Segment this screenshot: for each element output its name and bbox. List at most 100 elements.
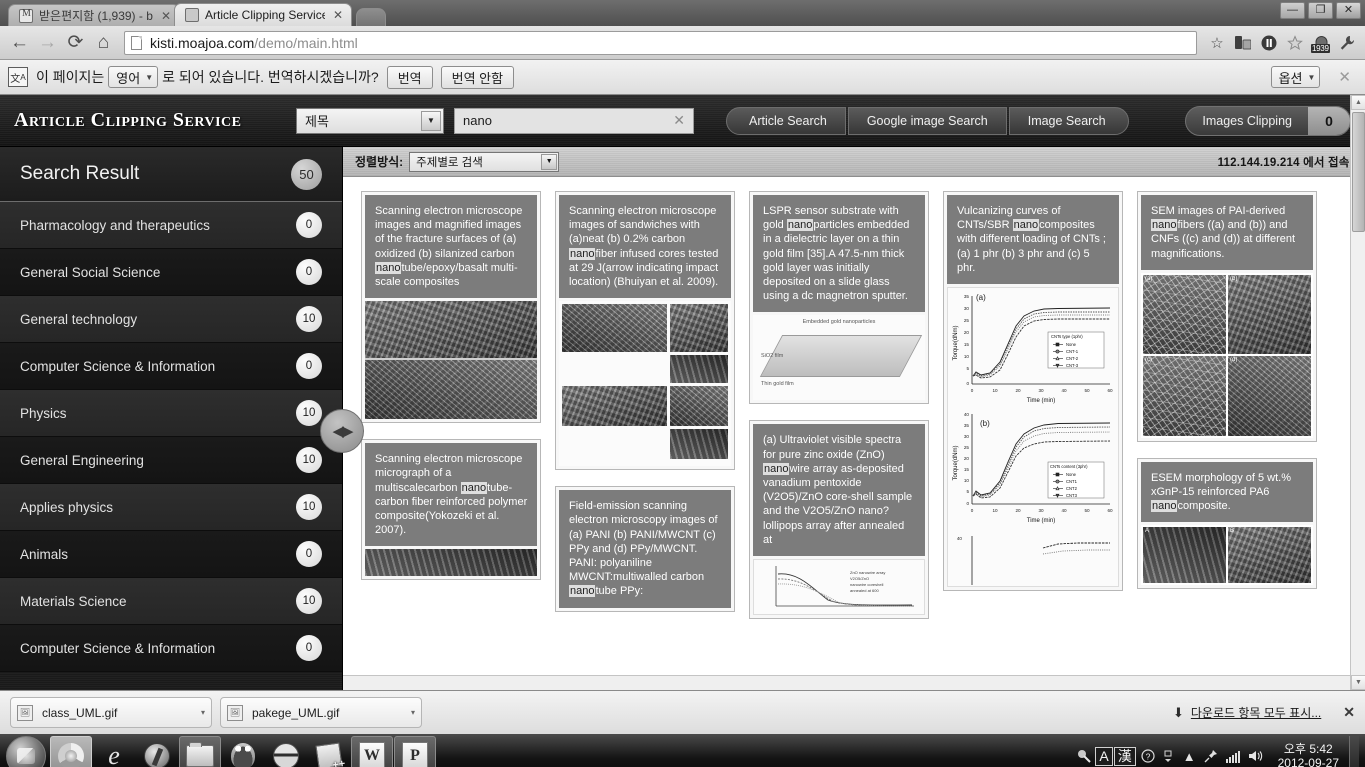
sort-select[interactable]: 주제별로 검색 ▼: [409, 151, 560, 172]
sidebar-item-pharmacology[interactable]: Pharmacology and therapeutics 0: [0, 202, 342, 249]
result-card[interactable]: SEM images of PAI-derived nanofibers ((a…: [1137, 191, 1317, 442]
minimize-button[interactable]: —: [1280, 2, 1305, 19]
taskbar-app-chrome[interactable]: [50, 736, 92, 767]
taskbar-app-file-explorer[interactable]: [179, 736, 221, 767]
result-card[interactable]: (a) Ultraviolet visible spectra for pure…: [749, 420, 929, 620]
google-image-search-button[interactable]: Google image Search: [847, 106, 1007, 135]
taskbar-app-disc[interactable]: [265, 736, 307, 767]
wrench-menu-icon[interactable]: [1335, 31, 1359, 55]
result-card[interactable]: ESEM morphology of 5 wt.% xGnP-15 reinfo…: [1137, 457, 1317, 590]
reload-icon[interactable]: ⟳: [62, 30, 89, 56]
image-file-icon: 🖼: [227, 704, 243, 721]
taskbar-app-notepad-plus-plus[interactable]: [308, 736, 350, 767]
svg-text:?: ?: [1145, 752, 1150, 762]
result-card[interactable]: Vulcanizing curves of CNTs/SBR nanocompo…: [943, 191, 1123, 592]
sidebar-item-general-technology[interactable]: General technology 10: [0, 296, 342, 343]
vertical-scrollbar[interactable]: ▲ ▼: [1350, 95, 1365, 690]
card-thumbnail[interactable]: (a) 35 30 25 20 15 10 50 0 10 20 30 40 5…: [947, 287, 1119, 588]
result-card[interactable]: Scanning electron microscope images of s…: [555, 191, 735, 471]
thumb-label: A: [1145, 528, 1150, 535]
search-input[interactable]: nano ✕: [454, 107, 694, 134]
article-search-button[interactable]: Article Search: [726, 106, 846, 135]
start-button[interactable]: [6, 736, 46, 767]
scrollbar-thumb[interactable]: [1352, 112, 1365, 232]
translate-icon: 文A: [8, 67, 28, 87]
browser-tab-gmail[interactable]: 받은편지함 (1,939) - brian ✕: [8, 4, 180, 26]
taskbar-app-microsoft-word[interactable]: W: [351, 736, 393, 767]
scroll-down-arrow-icon[interactable]: ▼: [1351, 675, 1365, 690]
maximize-button[interactable]: ❐: [1308, 2, 1333, 19]
no-translate-button[interactable]: 번역 안함: [440, 65, 515, 89]
network-signal-icon[interactable]: [1225, 750, 1240, 763]
horizontal-scrollbar[interactable]: [343, 675, 1365, 690]
show-all-downloads-link[interactable]: 다운로드 항목 모두 표시...: [1191, 704, 1321, 721]
chevron-down-icon[interactable]: ▾: [411, 708, 415, 717]
sidebar-item-general-social-science[interactable]: General Social Science 0: [0, 249, 342, 296]
result-card[interactable]: Scanning electron microscope images and …: [361, 191, 541, 424]
translate-language-select[interactable]: 영어 ▼: [108, 66, 159, 88]
card-thumbnail[interactable]: ZnO nanowire array V2O5/ZnO nanowire cor…: [753, 559, 925, 616]
sidebar-item-computer-science-1[interactable]: Computer Science & Information 0: [0, 343, 342, 390]
taskbar-app-microsoft-powerpoint[interactable]: P: [394, 736, 436, 767]
sidebar-item-materials-science[interactable]: Materials Science 10: [0, 578, 342, 625]
images-clipping-button[interactable]: Images Clipping 0: [1185, 105, 1351, 136]
ime-expand-icon[interactable]: [1163, 749, 1175, 763]
card-thumbnail[interactable]: [365, 549, 537, 577]
sidebar-item-general-engineering[interactable]: General Engineering 10: [0, 437, 342, 484]
download-item-class-uml[interactable]: 🖼 class_UML.gif ▾: [10, 697, 212, 728]
home-icon[interactable]: ⌂: [90, 30, 117, 56]
clock[interactable]: 오후 5:42 2012-09-27: [1278, 742, 1345, 767]
translate-button[interactable]: 번역: [386, 65, 433, 89]
show-desktop-button[interactable]: [1349, 736, 1359, 767]
volume-icon[interactable]: [1248, 749, 1264, 763]
scroll-up-arrow-icon[interactable]: ▲: [1351, 95, 1365, 110]
taskbar-app-frog[interactable]: [222, 736, 264, 767]
ime-help-icon[interactable]: ?: [1141, 749, 1155, 763]
download-shelf-close-icon[interactable]: ✕: [1343, 704, 1355, 721]
result-card[interactable]: LSPR sensor substrate with gold nanopart…: [749, 191, 929, 405]
thumb-label: SiO2 film: [761, 353, 784, 360]
ime-hanja-indicator[interactable]: 漢: [1113, 746, 1136, 766]
pause-extension-icon[interactable]: [1257, 31, 1281, 55]
ime-alpha-indicator[interactable]: A: [1095, 746, 1113, 766]
card-caption: Scanning electron microscope micrograph …: [365, 443, 537, 547]
search-clear-icon[interactable]: ✕: [673, 112, 685, 129]
sidebar-collapse-handle[interactable]: ◀▶: [320, 409, 364, 453]
translate-options-button[interactable]: 옵션 ▼: [1270, 66, 1321, 88]
chevron-down-icon[interactable]: ▾: [201, 708, 205, 717]
back-icon[interactable]: ←: [6, 30, 33, 56]
tray-pen-icon[interactable]: [1077, 749, 1092, 763]
result-card[interactable]: Field-emission scanning electron microsc…: [555, 486, 735, 612]
sidebar-item-physics[interactable]: Physics 10: [0, 390, 342, 437]
card-thumbnail[interactable]: (a) (b) (c) (d): [1141, 272, 1313, 438]
favorites-star-icon[interactable]: [1283, 31, 1307, 55]
browser-tab-article-clipping[interactable]: Article Clipping Service ✕: [174, 3, 352, 26]
bookmark-star-icon[interactable]: ☆: [1205, 31, 1229, 55]
sidebar-item-applies-physics[interactable]: Applies physics 10: [0, 484, 342, 531]
search-category-select[interactable]: 제목 ▼: [296, 107, 444, 134]
image-search-button[interactable]: Image Search: [1008, 106, 1129, 135]
notification-badge-icon[interactable]: 1939: [1309, 31, 1333, 55]
cards-masonry: Scanning electron microscope images and …: [361, 191, 1365, 620]
taskbar-app-media-player[interactable]: [136, 736, 178, 767]
card-thumbnail[interactable]: A B: [1141, 525, 1313, 586]
new-tab-button[interactable]: [356, 8, 386, 26]
sidebar-item-computer-science-2[interactable]: Computer Science & Information 0: [0, 625, 342, 672]
download-item-pakege-uml[interactable]: 🖼 pakege_UML.gif ▾: [220, 697, 422, 728]
close-window-button[interactable]: ✕: [1336, 2, 1361, 19]
extension-icon[interactable]: [1231, 31, 1255, 55]
card-thumbnail[interactable]: [365, 301, 537, 420]
pin-icon[interactable]: [1204, 749, 1218, 763]
address-bar[interactable]: kisti.moajoa.com/demo/main.html: [124, 30, 1197, 55]
sidebar-item-animals[interactable]: Animals 0: [0, 531, 342, 578]
translate-close-icon[interactable]: ✕: [1338, 68, 1351, 86]
taskbar-app-internet-explorer[interactable]: e: [93, 736, 135, 767]
tab-close-icon[interactable]: ✕: [161, 10, 171, 22]
card-thumbnail[interactable]: Embedded gold nanoparticles SiO2 film Th…: [753, 315, 925, 401]
tab-close-icon[interactable]: ✕: [333, 9, 343, 21]
forward-icon[interactable]: →: [34, 30, 61, 56]
show-hidden-icons-icon[interactable]: ▲: [1183, 749, 1196, 764]
result-card[interactable]: Scanning electron microscope micrograph …: [361, 439, 541, 581]
card-thumbnail[interactable]: [559, 301, 731, 467]
windows-logo-icon: [17, 748, 35, 764]
